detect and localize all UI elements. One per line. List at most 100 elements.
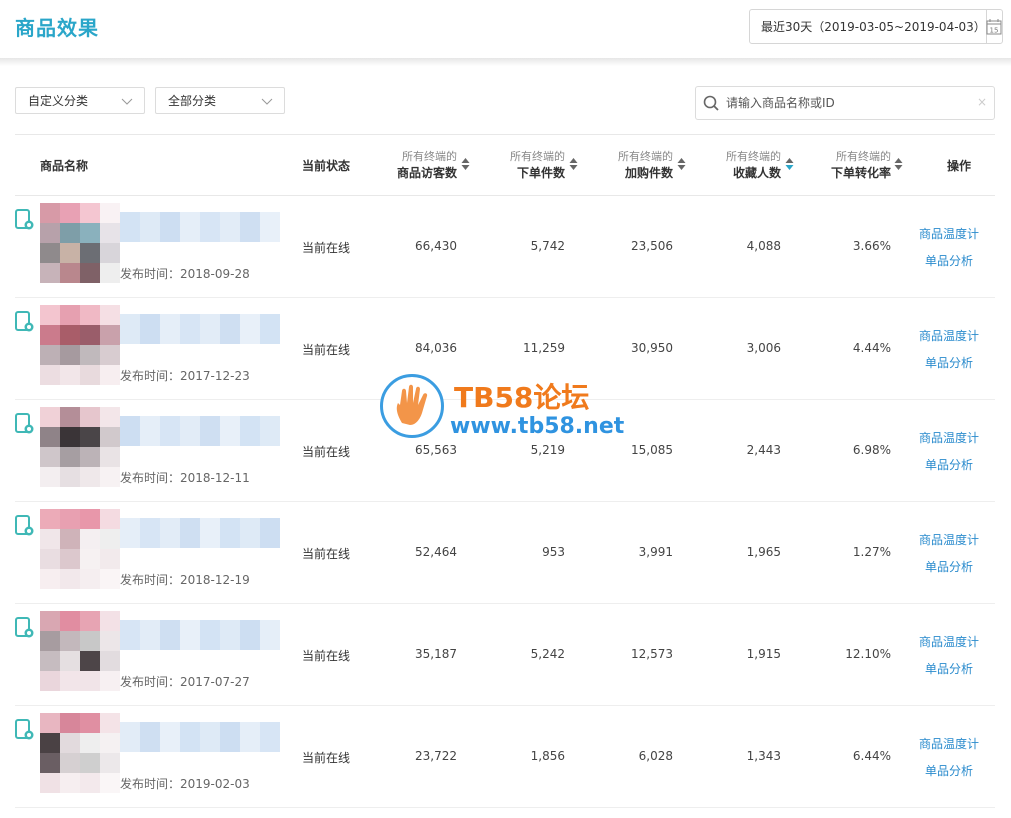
product-thumbnail[interactable] bbox=[40, 611, 120, 691]
col-cart[interactable]: 所有终端的 加购件数 bbox=[593, 135, 673, 195]
col-orders[interactable]: 所有终端的 下单件数 bbox=[485, 135, 565, 195]
cell-fav: 4,088 bbox=[746, 239, 781, 253]
cell-visitors: 35,187 bbox=[415, 647, 457, 661]
cell-fav: 2,443 bbox=[746, 443, 781, 457]
cell-conv: 1.27% bbox=[852, 545, 891, 559]
cell-orders: 5,242 bbox=[530, 647, 565, 661]
product-table: 商品名称 当前状态 所有终端的 商品访客数 所有终端的 下单件数 所有终端的 加… bbox=[15, 134, 995, 808]
table-row: 发布时间：2017-07-27 当前在线 35,187 5,242 12,573 1,91… bbox=[15, 604, 995, 706]
date-range-picker[interactable]: 最近30天（2019-03-05~2019-04-03） 15 bbox=[749, 9, 1003, 44]
product-name-blurred[interactable] bbox=[120, 722, 280, 752]
mobile-device-icon bbox=[15, 617, 34, 638]
cell-conv: 12.10% bbox=[845, 647, 891, 661]
mobile-device-icon bbox=[15, 515, 34, 536]
single-product-analysis-link[interactable]: 单品分析 bbox=[925, 354, 973, 371]
clear-icon[interactable]: × bbox=[977, 95, 987, 109]
col-product-name: 商品名称 bbox=[40, 158, 89, 173]
product-thermometer-link[interactable]: 商品温度计 bbox=[919, 531, 979, 548]
product-thermometer-link[interactable]: 商品温度计 bbox=[919, 735, 979, 752]
table-body: 发布时间：2018-09-28 当前在线 66,430 5,742 23,506 4,08… bbox=[15, 196, 995, 808]
col-operations: 操作 bbox=[947, 158, 972, 173]
product-thumbnail[interactable] bbox=[40, 203, 120, 283]
custom-category-label: 自定义分类 bbox=[28, 94, 89, 108]
cell-cart: 15,085 bbox=[631, 443, 673, 457]
table-row: 发布时间：2018-09-28 当前在线 66,430 5,742 23,506 4,08… bbox=[15, 196, 995, 298]
sort-icon-active[interactable] bbox=[785, 157, 794, 171]
product-thermometer-link[interactable]: 商品温度计 bbox=[919, 225, 979, 242]
cell-conv: 6.98% bbox=[852, 443, 891, 457]
cell-visitors: 84,036 bbox=[415, 341, 457, 355]
publish-time: 发布时间：2018-09-28 bbox=[120, 267, 250, 281]
product-thumbnail[interactable] bbox=[40, 305, 120, 385]
sort-icon[interactable] bbox=[569, 157, 578, 171]
status-text: 当前在线 bbox=[302, 241, 351, 255]
publish-time: 发布时间：2018-12-19 bbox=[120, 573, 250, 587]
product-name-blurred[interactable] bbox=[120, 416, 280, 446]
cell-visitors: 23,722 bbox=[415, 749, 457, 763]
col-conversion[interactable]: 所有终端的 下单转化率 bbox=[809, 135, 891, 195]
header-divider bbox=[0, 58, 1011, 66]
header-bar: 商品效果 最近30天（2019-03-05~2019-04-03） 15 bbox=[0, 0, 1011, 60]
sort-icon[interactable] bbox=[677, 157, 686, 171]
mobile-device-icon bbox=[15, 209, 34, 230]
cell-conv: 6.44% bbox=[852, 749, 891, 763]
cell-conv: 4.44% bbox=[852, 341, 891, 355]
product-thermometer-link[interactable]: 商品温度计 bbox=[919, 429, 979, 446]
mobile-device-icon bbox=[15, 719, 34, 740]
cell-cart: 30,950 bbox=[631, 341, 673, 355]
table-row: 发布时间：2018-12-11 当前在线 65,563 5,219 15,085 2,44… bbox=[15, 400, 995, 502]
product-search[interactable]: × bbox=[695, 86, 995, 120]
cell-orders: 1,856 bbox=[530, 749, 565, 763]
all-category-label: 全部分类 bbox=[168, 94, 217, 108]
status-text: 当前在线 bbox=[302, 445, 351, 459]
cell-visitors: 65,563 bbox=[415, 443, 457, 457]
product-name-blurred[interactable] bbox=[120, 518, 280, 548]
sort-icon[interactable] bbox=[894, 157, 903, 171]
single-product-analysis-link[interactable]: 单品分析 bbox=[925, 558, 973, 575]
product-name-blurred[interactable] bbox=[120, 314, 280, 344]
cell-conv: 3.66% bbox=[852, 239, 891, 253]
cell-cart: 3,991 bbox=[638, 545, 673, 559]
calendar-icon[interactable]: 15 bbox=[986, 10, 1002, 43]
cell-fav: 1,915 bbox=[746, 647, 781, 661]
date-range-text: 最近30天（2019-03-05~2019-04-03） bbox=[761, 20, 986, 34]
cell-visitors: 52,464 bbox=[415, 545, 457, 559]
table-row: 发布时间：2019-02-03 当前在线 23,722 1,856 6,028 1,343… bbox=[15, 706, 995, 808]
publish-time: 发布时间：2017-12-23 bbox=[120, 369, 250, 383]
sort-icon[interactable] bbox=[461, 157, 470, 171]
page-title: 商品效果 bbox=[15, 16, 99, 40]
product-thumbnail[interactable] bbox=[40, 509, 120, 589]
product-thermometer-link[interactable]: 商品温度计 bbox=[919, 633, 979, 650]
table-row: 发布时间：2017-12-23 当前在线 84,036 11,259 30,950 3,0… bbox=[15, 298, 995, 400]
product-name-blurred[interactable] bbox=[120, 212, 280, 242]
calendar-day: 15 bbox=[990, 27, 999, 35]
col-visitors[interactable]: 所有终端的 商品访客数 bbox=[375, 135, 457, 195]
cell-orders: 5,742 bbox=[530, 239, 565, 253]
chevron-down-icon bbox=[121, 98, 133, 105]
mobile-device-icon bbox=[15, 413, 34, 434]
publish-time: 发布时间：2019-02-03 bbox=[120, 777, 250, 791]
all-category-select[interactable]: 全部分类 bbox=[155, 87, 285, 114]
cell-fav: 1,343 bbox=[746, 749, 781, 763]
publish-time: 发布时间：2018-12-11 bbox=[120, 471, 250, 485]
status-text: 当前在线 bbox=[302, 547, 351, 561]
single-product-analysis-link[interactable]: 单品分析 bbox=[925, 762, 973, 779]
cell-orders: 953 bbox=[542, 545, 565, 559]
table-row: 发布时间：2018-12-19 当前在线 52,464 953 3,991 1,965 1.… bbox=[15, 502, 995, 604]
product-thumbnail[interactable] bbox=[40, 713, 120, 793]
cell-cart: 6,028 bbox=[638, 749, 673, 763]
custom-category-select[interactable]: 自定义分类 bbox=[15, 87, 145, 114]
single-product-analysis-link[interactable]: 单品分析 bbox=[925, 252, 973, 269]
search-input[interactable] bbox=[726, 96, 966, 110]
product-thermometer-link[interactable]: 商品温度计 bbox=[919, 327, 979, 344]
cell-fav: 3,006 bbox=[746, 341, 781, 355]
cell-orders: 11,259 bbox=[523, 341, 565, 355]
product-name-blurred[interactable] bbox=[120, 620, 280, 650]
col-favorites[interactable]: 所有终端的 收藏人数 bbox=[701, 135, 781, 195]
mobile-device-icon bbox=[15, 311, 34, 332]
single-product-analysis-link[interactable]: 单品分析 bbox=[925, 456, 973, 473]
cell-visitors: 66,430 bbox=[415, 239, 457, 253]
cell-orders: 5,219 bbox=[530, 443, 565, 457]
single-product-analysis-link[interactable]: 单品分析 bbox=[925, 660, 973, 677]
product-thumbnail[interactable] bbox=[40, 407, 120, 487]
